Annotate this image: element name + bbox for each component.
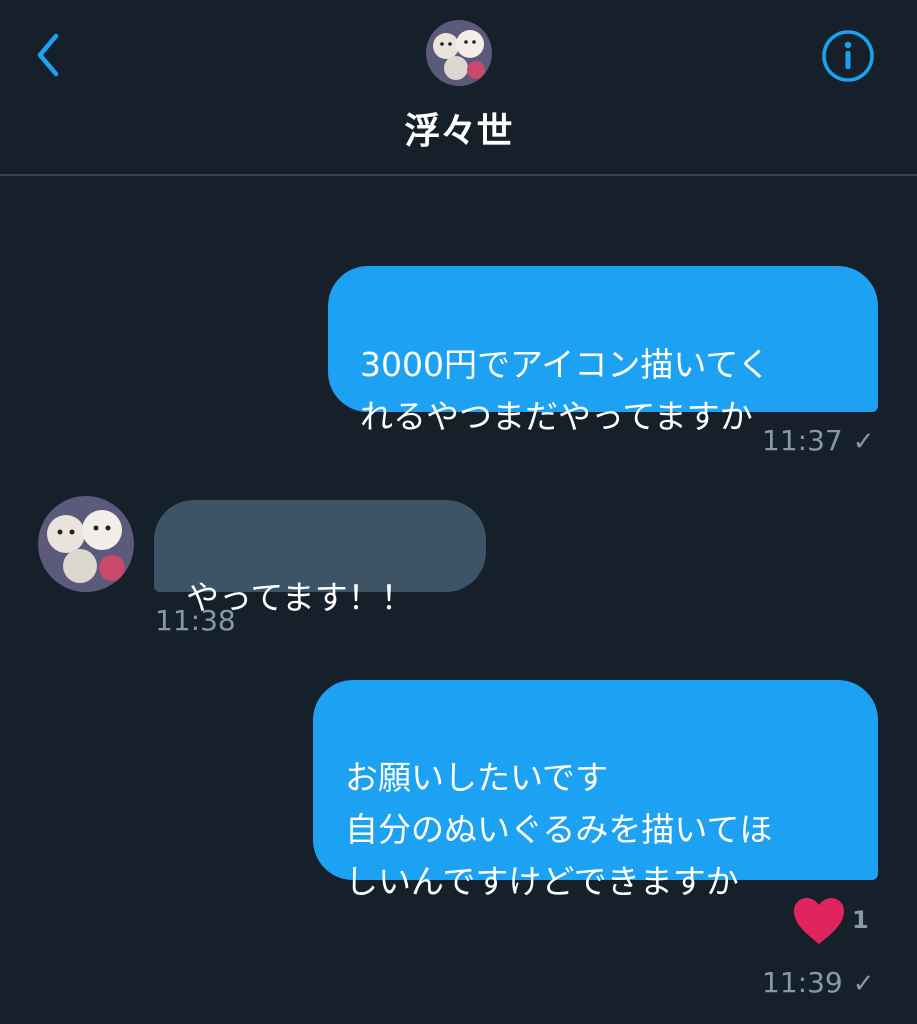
message-bubble-outgoing[interactable]: 3000円でアイコン描いてく れるやつまだやってますか	[328, 266, 878, 436]
message-bubble-incoming[interactable]: やってます！！	[154, 500, 486, 617]
reaction-badge[interactable]: 1	[792, 896, 882, 948]
contact-avatar[interactable]	[426, 20, 492, 86]
message-text: お願いしたいです 自分のぬいぐるみを描いてほ しいんですけどできますか	[345, 758, 773, 901]
info-icon	[822, 30, 874, 82]
message-timestamp: 11:37 ✓	[762, 424, 875, 459]
timestamp-text: 11:37	[762, 424, 843, 457]
dog-group-avatar-image	[38, 496, 134, 592]
message-text: 3000円でアイコン描いてく れるやつまだやってますか	[360, 345, 771, 436]
timestamp-text: 11:38	[155, 604, 236, 637]
message-timestamp: 11:38	[155, 604, 236, 638]
heart-icon	[794, 898, 844, 944]
reaction-count: 1	[852, 906, 869, 934]
check-icon: ✓	[852, 969, 875, 999]
timestamp-text: 11:39	[762, 966, 843, 999]
chevron-left-icon	[37, 33, 59, 77]
conversation-info-button[interactable]	[820, 28, 876, 84]
conversation-header: 浮々世	[0, 0, 917, 176]
check-icon: ✓	[852, 427, 875, 457]
message-timestamp: 11:39 ✓	[762, 966, 875, 1001]
contact-name[interactable]: 浮々世	[0, 110, 917, 154]
back-button[interactable]	[30, 30, 70, 80]
sender-avatar[interactable]	[38, 496, 134, 592]
dog-group-avatar-image	[426, 20, 492, 86]
message-bubble-outgoing[interactable]: お願いしたいです 自分のぬいぐるみを描いてほ しいんですけどできますか	[313, 680, 878, 901]
